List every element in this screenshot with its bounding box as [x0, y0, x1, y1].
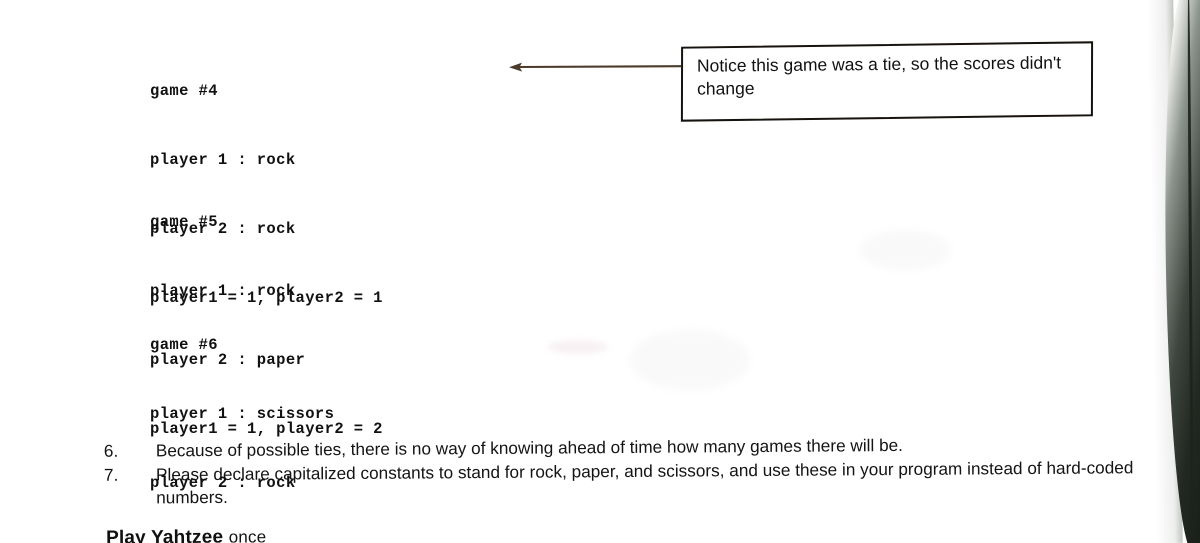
scanned-document-page: game #4 player 1 : rock player 2 : rock … [0, 0, 1200, 543]
code-line: game #5 [150, 213, 218, 231]
scan-artifact [630, 330, 750, 390]
list-item-number: 7. [103, 464, 119, 485]
page-edge-line [1187, 0, 1194, 543]
callout-arrow [508, 60, 684, 74]
scan-artifact [860, 230, 950, 270]
page-edge-shadow [1147, 0, 1183, 543]
callout-text: Notice this game was a tie, so the score… [696, 52, 1062, 99]
bottom-heading: Play Yahtzee once [106, 526, 266, 543]
bottom-heading-tail: once [228, 527, 267, 543]
code-line: game #4 [150, 82, 218, 100]
page-edge [1160, 0, 1200, 543]
annotation-callout: Notice this game was a tie, so the score… [680, 41, 1094, 122]
instruction-list: 6. Because of possible ties, there is no… [104, 432, 1144, 510]
code-line: player 1 : scissors [150, 405, 335, 423]
code-line: game #6 [150, 336, 218, 354]
scan-artifact [548, 340, 608, 354]
bottom-heading-title: Play Yahtzee [105, 526, 224, 543]
list-item: 7. Please declare capitalized constants … [104, 456, 1144, 511]
list-item-number: 6. [103, 440, 119, 461]
list-item-text: Please declare capitalized constants to … [155, 456, 1134, 508]
